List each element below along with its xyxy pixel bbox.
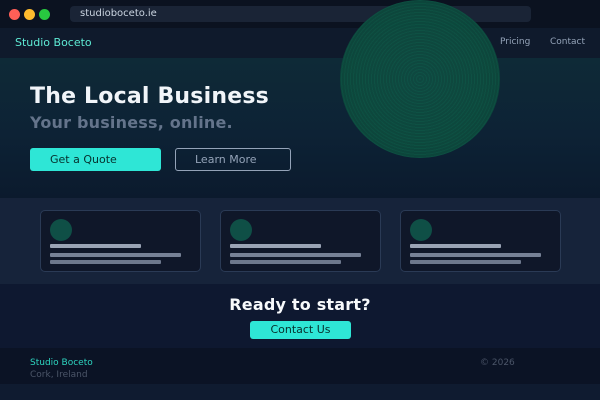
minimize-window-icon[interactable]	[24, 9, 35, 20]
cta-section: Ready to start? Contact Us	[0, 284, 600, 348]
footer-copyright: © 2026	[480, 358, 515, 368]
hero-title: The Local Business	[30, 84, 269, 109]
feature-text-placeholder	[410, 260, 521, 264]
nav-link-contact[interactable]: Contact	[550, 37, 585, 47]
footer-brand[interactable]: Studio Boceto	[30, 358, 93, 368]
address-bar[interactable]: studioboceto.ie	[70, 6, 531, 22]
feature-icon	[50, 219, 72, 241]
close-window-icon[interactable]	[9, 9, 20, 20]
feature-text-placeholder	[230, 260, 341, 264]
hero-subtitle: Your business, online.	[30, 113, 233, 132]
footer-location: Cork, Ireland	[30, 370, 88, 380]
hero-section: The Local Business Your business, online…	[0, 58, 600, 198]
feature-title-placeholder	[50, 244, 141, 248]
feature-text-placeholder	[230, 253, 361, 257]
nav-link-pricing[interactable]: Pricing	[500, 37, 530, 47]
top-nav: Studio Boceto Pricing Contact	[0, 28, 600, 58]
browser-window: studioboceto.ie Studio Boceto Pricing Co…	[0, 0, 600, 400]
feature-title-placeholder	[230, 244, 321, 248]
feature-card-3	[400, 210, 561, 272]
features-section	[0, 198, 600, 284]
feature-text-placeholder	[410, 253, 541, 257]
site-brand[interactable]: Studio Boceto	[15, 36, 92, 49]
learn-more-button[interactable]: Learn More	[175, 148, 291, 171]
contact-us-button[interactable]: Contact Us	[250, 321, 351, 339]
feature-text-placeholder	[50, 253, 181, 257]
site-footer: Studio Boceto Cork, Ireland © 2026	[0, 348, 600, 384]
browser-chrome: studioboceto.ie	[0, 0, 600, 28]
bottom-strip	[0, 384, 600, 400]
feature-title-placeholder	[410, 244, 501, 248]
feature-card-2	[220, 210, 381, 272]
feature-card-1	[40, 210, 201, 272]
feature-icon	[230, 219, 252, 241]
feature-icon	[410, 219, 432, 241]
feature-text-placeholder	[50, 260, 161, 264]
get-quote-button[interactable]: Get a Quote	[30, 148, 161, 171]
cta-title: Ready to start?	[229, 295, 371, 314]
maximize-window-icon[interactable]	[39, 9, 50, 20]
